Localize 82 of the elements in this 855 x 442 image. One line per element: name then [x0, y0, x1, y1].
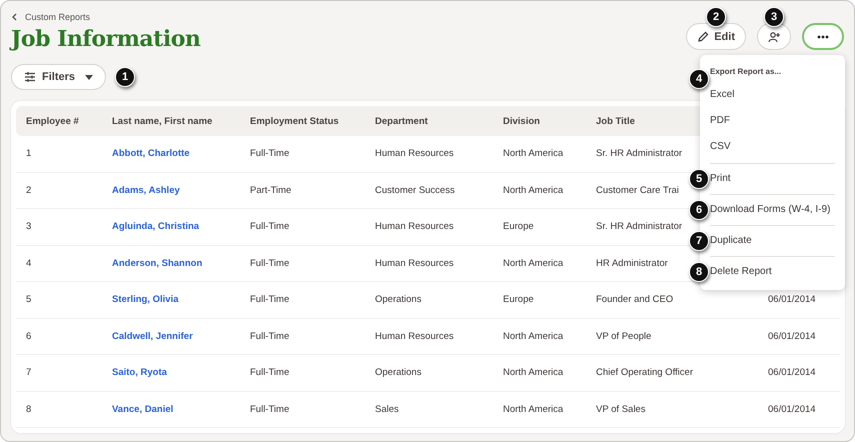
table-cell: Full-Time [250, 404, 290, 415]
table-cell: Full-Time [250, 148, 290, 160]
employee-link[interactable]: Anderson, Shannon [112, 258, 202, 269]
table-cell: Sr. HR Administrator [596, 221, 682, 232]
employee-link[interactable]: Caldwell, Jennifer [112, 330, 193, 342]
table-cell: Sales [375, 404, 399, 415]
table-cell: Europe [503, 294, 534, 306]
callout-badge: 3 [764, 7, 784, 27]
table-cell: 5 [26, 294, 32, 306]
callout-badge: 5 [689, 169, 709, 189]
table-cell: Operations [375, 294, 422, 306]
callout-badge: 7 [689, 231, 709, 251]
table-cell: 06/01/2014 [768, 294, 816, 306]
table-cell: North America [503, 184, 564, 196]
menu-item[interactable]: Delete Report [710, 260, 835, 284]
column-header: Division [493, 106, 586, 136]
table-cell: Founder and CEO [596, 294, 674, 306]
table-cell: 06/01/2014 [768, 404, 816, 415]
table-cell: North America [503, 258, 564, 269]
table-cell: North America [503, 367, 564, 378]
pencil-icon [697, 30, 710, 42]
menu-heading: Export Report as... [710, 66, 782, 78]
table-cell: Chief Operating Officer [596, 367, 693, 378]
table-cell: VP of People [596, 330, 652, 342]
chevron-left-icon [11, 13, 17, 21]
table-cell: 6 [26, 330, 32, 342]
table-cell: Europe [503, 221, 534, 232]
table-cell: Human Resources [375, 148, 454, 160]
table-cell: North America [503, 148, 564, 160]
callout-badge: 4 [689, 68, 709, 88]
table-cell: 3 [26, 221, 32, 232]
column-header: Department [365, 106, 493, 136]
table-cell: Full-Time [250, 258, 290, 269]
menu-item[interactable]: Duplicate [710, 229, 835, 253]
table-cell: Customer Care Trai [596, 184, 679, 196]
menu-item[interactable]: Download Forms (W-4, I-9) [710, 198, 835, 222]
table-cell: 1 [26, 148, 32, 160]
table-cell: Operations [375, 367, 422, 378]
table-cell: 2 [26, 184, 32, 196]
edit-button[interactable]: Edit [686, 23, 746, 50]
employee-link[interactable]: Saito, Ryota [112, 367, 167, 378]
employee-link[interactable]: Adams, Ashley [112, 184, 180, 196]
sliders-icon [24, 71, 36, 83]
add-person-icon [768, 30, 780, 42]
table-cell: 8 [26, 404, 32, 415]
table-cell: North America [503, 330, 564, 342]
table-cell: HR Administrator [596, 258, 668, 269]
table-cell: Customer Success [375, 184, 455, 196]
table-cell: Full-Time [250, 367, 290, 378]
table-cell: 06/01/2014 [768, 367, 816, 378]
column-header: Last name, First name [102, 106, 240, 136]
employee-link[interactable]: Vance, Daniel [112, 404, 174, 415]
employee-link[interactable]: Sterling, Olivia [112, 294, 179, 306]
callout-badge: 2 [706, 7, 726, 27]
menu-item[interactable]: Print [710, 167, 835, 191]
table-cell: Human Resources [375, 330, 454, 342]
callout-badge: 8 [689, 262, 709, 282]
table-cell: 06/01/2014 [768, 330, 816, 342]
caret-icon [85, 74, 94, 80]
more-icon [817, 34, 829, 38]
employee-link[interactable]: Abbott, Charlotte [112, 148, 190, 160]
breadcrumb-link[interactable]: Custom Reports [11, 12, 200, 22]
add-person-button[interactable] [757, 23, 791, 50]
table-cell: Full-Time [250, 330, 290, 342]
table-cell: 4 [26, 258, 32, 269]
table-cell: Sr. HR Administrator [596, 148, 682, 160]
table-cell: 7 [26, 367, 32, 378]
table-cell: Human Resources [375, 258, 454, 269]
menu-item[interactable]: Excel [710, 82, 835, 108]
callout-badge: 6 [689, 200, 709, 220]
table-cell: Human Resources [375, 221, 454, 232]
callout-badge: 1 [115, 67, 136, 87]
employee-link[interactable]: Agluinda, Christina [112, 221, 200, 232]
table-cell: Full-Time [250, 221, 290, 232]
column-header: Employment Status [240, 106, 365, 136]
column-header: Employee # [16, 106, 102, 136]
table-cell: Part-Time [250, 184, 292, 196]
table-cell: Full-Time [250, 294, 290, 306]
menu-item[interactable]: CSV [710, 134, 835, 160]
table-cell: VP of Sales [596, 404, 646, 415]
page-title: Job Information [11, 26, 200, 52]
table-cell: North America [503, 404, 564, 415]
